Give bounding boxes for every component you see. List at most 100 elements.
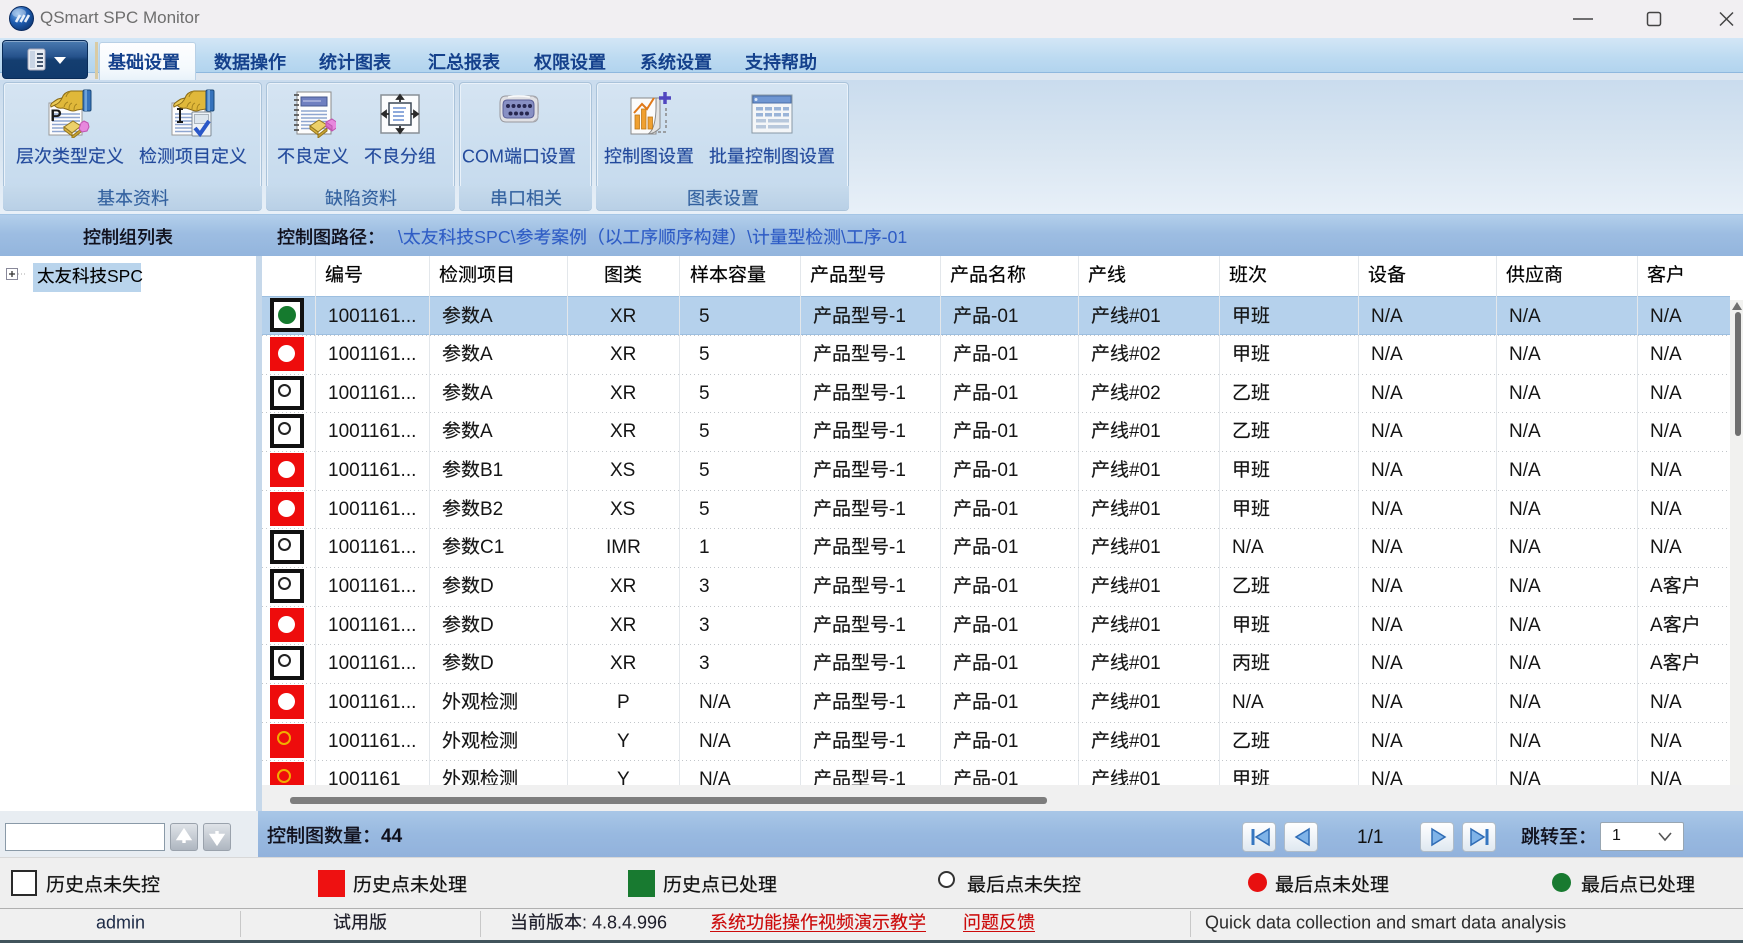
- svg-text:-01: -01: [991, 653, 1018, 674]
- svg-text:3: 3: [699, 615, 710, 636]
- svg-text:N/A: N/A: [1509, 731, 1541, 752]
- svg-text:1001161...: 1001161...: [328, 653, 416, 674]
- svg-text:-1: -1: [889, 421, 906, 442]
- svg-text:COM: COM: [462, 146, 504, 166]
- svg-text:-1: -1: [889, 537, 906, 558]
- svg-text:N/A: N/A: [1509, 615, 1541, 636]
- svg-text:1001161...: 1001161...: [328, 421, 416, 442]
- svg-text:#02: #02: [1129, 344, 1161, 365]
- svg-text:N/A: N/A: [1371, 692, 1403, 713]
- svg-text:1001161...: 1001161...: [328, 576, 416, 597]
- svg-text:N/A: N/A: [1650, 344, 1682, 365]
- svg-text:N/A: N/A: [1509, 692, 1541, 713]
- svg-text:XR: XR: [610, 383, 636, 404]
- svg-text:1001161...: 1001161...: [328, 692, 416, 713]
- svg-text:-01: -01: [991, 499, 1018, 520]
- svg-text:\: \: [841, 227, 846, 247]
- svg-text:N/A: N/A: [699, 731, 731, 752]
- svg-text:-1: -1: [889, 653, 906, 674]
- svg-text:1001161...: 1001161...: [328, 731, 416, 752]
- svg-text:5: 5: [699, 383, 710, 404]
- svg-text:N/A: N/A: [1371, 499, 1403, 520]
- svg-text:-1: -1: [889, 306, 906, 327]
- svg-text:A: A: [480, 383, 493, 404]
- svg-text:D: D: [480, 653, 494, 674]
- svg-text:N/A: N/A: [1650, 537, 1682, 558]
- svg-text:A: A: [480, 344, 493, 365]
- svg-text:5: 5: [699, 499, 710, 520]
- svg-text:P: P: [617, 692, 630, 713]
- svg-text:N/A: N/A: [1371, 421, 1403, 442]
- svg-text:N/A: N/A: [1509, 537, 1541, 558]
- svg-text:1/1: 1/1: [1357, 827, 1383, 848]
- svg-text:N/A: N/A: [1371, 306, 1403, 327]
- svg-text:XR: XR: [610, 421, 636, 442]
- svg-text:SPC\: SPC\: [474, 227, 516, 247]
- svg-text:N/A: N/A: [1650, 731, 1682, 752]
- svg-text:N/A: N/A: [1650, 421, 1682, 442]
- svg-text:D: D: [480, 615, 494, 636]
- svg-text:-01: -01: [991, 576, 1018, 597]
- svg-text:5: 5: [699, 344, 710, 365]
- svg-text:N/A: N/A: [1371, 731, 1403, 752]
- svg-text:1001161...: 1001161...: [328, 344, 416, 365]
- svg-text:1001161...: 1001161...: [328, 383, 416, 404]
- svg-text:-1: -1: [889, 383, 906, 404]
- svg-text:5: 5: [699, 306, 710, 327]
- svg-text:N/A: N/A: [1371, 576, 1403, 597]
- svg-text:#01: #01: [1129, 576, 1161, 597]
- svg-text:-01: -01: [991, 306, 1018, 327]
- svg-text:-1: -1: [889, 692, 906, 713]
- svg-text:#01: #01: [1129, 306, 1161, 327]
- svg-text:A: A: [1650, 615, 1663, 636]
- svg-text:N/A: N/A: [1232, 692, 1264, 713]
- svg-text:1001161...: 1001161...: [328, 615, 416, 636]
- svg-text:N/A: N/A: [699, 692, 731, 713]
- svg-text:N/A: N/A: [1509, 306, 1541, 327]
- svg-text:-1: -1: [889, 731, 906, 752]
- svg-text:N/A: N/A: [1650, 460, 1682, 481]
- svg-text:XR: XR: [610, 653, 636, 674]
- svg-text:N/A: N/A: [1371, 383, 1403, 404]
- svg-text:3: 3: [699, 653, 710, 674]
- svg-text:-01: -01: [991, 615, 1018, 636]
- svg-text:N/A: N/A: [1509, 421, 1541, 442]
- svg-text:1001161...: 1001161...: [328, 306, 416, 327]
- svg-text:5: 5: [699, 421, 710, 442]
- svg-text:-01: -01: [991, 344, 1018, 365]
- svg-text:N/A: N/A: [1509, 383, 1541, 404]
- svg-text:Y: Y: [617, 731, 630, 752]
- svg-text:B1: B1: [480, 460, 503, 481]
- svg-text:A: A: [480, 306, 493, 327]
- svg-text:-01: -01: [991, 731, 1018, 752]
- svg-text:SPC: SPC: [107, 266, 143, 286]
- svg-text:N/A: N/A: [1650, 499, 1682, 520]
- svg-text:#01: #01: [1129, 653, 1161, 674]
- svg-text:#01: #01: [1129, 499, 1161, 520]
- svg-text:#01: #01: [1129, 460, 1161, 481]
- svg-text:N/A: N/A: [1371, 653, 1403, 674]
- svg-text:1: 1: [699, 537, 710, 558]
- svg-text:-1: -1: [889, 344, 906, 365]
- svg-text:N/A: N/A: [1509, 460, 1541, 481]
- svg-text:N/A: N/A: [1650, 383, 1682, 404]
- svg-text:N/A: N/A: [1371, 537, 1403, 558]
- svg-text:admin: admin: [96, 912, 145, 932]
- svg-text:A: A: [480, 421, 493, 442]
- svg-text:#01: #01: [1129, 421, 1161, 442]
- svg-text:\: \: [747, 227, 752, 247]
- svg-text:IMR: IMR: [606, 537, 641, 558]
- svg-text:\: \: [398, 227, 403, 247]
- svg-text:-1: -1: [889, 499, 906, 520]
- svg-text:-1: -1: [889, 576, 906, 597]
- svg-text:#02: #02: [1129, 383, 1161, 404]
- svg-text:#01: #01: [1129, 537, 1161, 558]
- svg-text:XR: XR: [610, 306, 636, 327]
- svg-text:D: D: [480, 576, 494, 597]
- svg-text:XR: XR: [610, 344, 636, 365]
- svg-text:A: A: [1650, 653, 1663, 674]
- svg-text:1001161...: 1001161...: [328, 537, 416, 558]
- svg-text:#01: #01: [1129, 692, 1161, 713]
- svg-text:1001161...: 1001161...: [328, 460, 416, 481]
- svg-text:5: 5: [699, 460, 710, 481]
